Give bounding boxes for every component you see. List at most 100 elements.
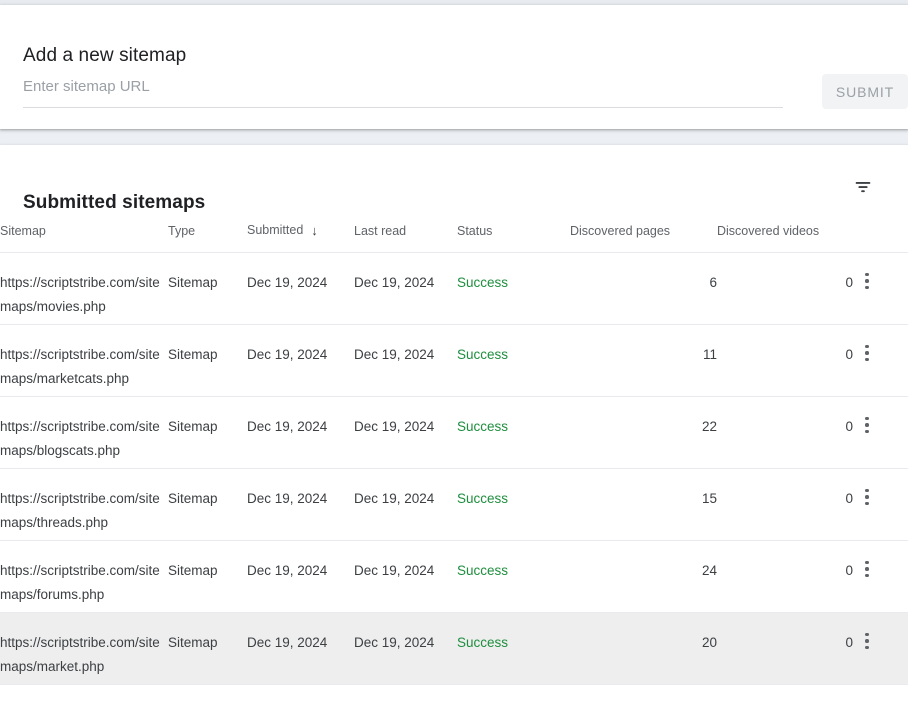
more-vert-icon (865, 488, 869, 506)
cell-type: Sitemap (168, 612, 247, 685)
column-header-submitted-label: Submitted (247, 223, 304, 237)
cell-type: Sitemap (168, 396, 247, 469)
card-gap (0, 129, 908, 145)
cell-type: Sitemap (168, 252, 247, 325)
sitemap-url-field (23, 71, 783, 113)
row-menu-button[interactable] (855, 341, 879, 365)
table-row[interactable]: https://scriptstribe.com/sitemaps/movies… (0, 252, 908, 325)
cell-row-actions (853, 540, 908, 613)
column-header-submitted[interactable]: Submitted ↓ (247, 223, 354, 253)
cell-status: Success (457, 396, 570, 469)
more-vert-icon (865, 560, 869, 578)
submitted-sitemaps-title: Submitted sitemaps (23, 191, 206, 213)
input-underline (23, 107, 783, 108)
cell-last-read-date: Dec 19, 2024 (354, 324, 457, 397)
filter-button[interactable] (850, 175, 876, 201)
cell-last-read-date: Dec 19, 2024 (354, 612, 457, 685)
cell-discovered-videos: 0 (717, 324, 853, 397)
cell-row-actions (853, 324, 908, 397)
column-header-discovered-videos[interactable]: Discovered videos (717, 223, 853, 253)
more-vert-icon (865, 344, 869, 362)
cell-discovered-pages: 15 (570, 468, 717, 541)
filter-icon (852, 176, 874, 201)
cell-type: Sitemap (168, 540, 247, 613)
cell-discovered-videos: 0 (717, 468, 853, 541)
sitemaps-table-body: https://scriptstribe.com/sitemaps/movies… (0, 252, 908, 685)
cell-row-actions (853, 252, 908, 325)
sitemaps-table-head: Sitemap Type Submitted ↓ Last read Status… (0, 223, 908, 253)
cell-status: Success (457, 540, 570, 613)
status-badge: Success (457, 347, 509, 362)
cell-discovered-videos: 0 (717, 252, 853, 325)
column-header-status[interactable]: Status (457, 223, 570, 253)
status-badge: Success (457, 563, 509, 578)
cell-submitted-date: Dec 19, 2024 (247, 540, 354, 613)
status-badge: Success (457, 419, 509, 434)
submitted-sitemaps-card: Submitted sitemaps Sitemap Type Submitte… (0, 145, 908, 723)
cell-discovered-videos: 0 (717, 396, 853, 469)
table-row[interactable]: https://scriptstribe.com/sitemaps/thread… (0, 468, 908, 541)
cell-last-read-date: Dec 19, 2024 (354, 468, 457, 541)
cell-row-actions (853, 612, 908, 685)
sitemaps-table: Sitemap Type Submitted ↓ Last read Status… (0, 223, 908, 685)
cell-sitemap-url[interactable]: https://scriptstribe.com/sitemaps/movies… (0, 252, 168, 325)
more-vert-icon (865, 416, 869, 434)
add-sitemap-form: SUBMIT (23, 71, 908, 113)
column-header-discovered-pages[interactable]: Discovered pages (570, 223, 717, 253)
column-header-type[interactable]: Type (168, 223, 247, 253)
row-menu-button[interactable] (855, 413, 879, 437)
cell-submitted-date: Dec 19, 2024 (247, 612, 354, 685)
sort-descending-arrow-icon: ↓ (311, 223, 318, 238)
status-badge: Success (457, 491, 509, 506)
cell-status: Success (457, 612, 570, 685)
table-row[interactable]: https://scriptstribe.com/sitemaps/forums… (0, 540, 908, 613)
table-row[interactable]: https://scriptstribe.com/sitemaps/market… (0, 612, 908, 685)
column-header-sitemap[interactable]: Sitemap (0, 223, 168, 253)
cell-status: Success (457, 252, 570, 325)
cell-type: Sitemap (168, 324, 247, 397)
table-row[interactable]: https://scriptstribe.com/sitemaps/market… (0, 324, 908, 397)
cell-sitemap-url[interactable]: https://scriptstribe.com/sitemaps/market… (0, 612, 168, 685)
cell-sitemap-url[interactable]: https://scriptstribe.com/sitemaps/thread… (0, 468, 168, 541)
add-sitemap-title: Add a new sitemap (23, 44, 187, 66)
cell-row-actions (853, 396, 908, 469)
cell-last-read-date: Dec 19, 2024 (354, 252, 457, 325)
cell-last-read-date: Dec 19, 2024 (354, 540, 457, 613)
cell-status: Success (457, 324, 570, 397)
row-menu-button[interactable] (855, 485, 879, 509)
cell-discovered-pages: 6 (570, 252, 717, 325)
cell-discovered-pages: 24 (570, 540, 717, 613)
table-header-row: Sitemap Type Submitted ↓ Last read Status… (0, 223, 908, 253)
status-badge: Success (457, 635, 509, 650)
status-badge: Success (457, 275, 509, 290)
cell-row-actions (853, 468, 908, 541)
cell-submitted-date: Dec 19, 2024 (247, 324, 354, 397)
sitemaps-page: Add a new sitemap SUBMIT Submitted sitem… (0, 0, 908, 723)
column-header-last-read[interactable]: Last read (354, 223, 457, 253)
cell-sitemap-url[interactable]: https://scriptstribe.com/sitemaps/blogsc… (0, 396, 168, 469)
row-menu-button[interactable] (855, 269, 879, 293)
cell-submitted-date: Dec 19, 2024 (247, 396, 354, 469)
cell-discovered-pages: 20 (570, 612, 717, 685)
sitemap-url-input[interactable] (23, 71, 783, 107)
cell-last-read-date: Dec 19, 2024 (354, 396, 457, 469)
more-vert-icon (865, 272, 869, 290)
row-menu-button[interactable] (855, 557, 879, 581)
cell-submitted-date: Dec 19, 2024 (247, 468, 354, 541)
column-header-actions (853, 223, 908, 253)
cell-sitemap-url[interactable]: https://scriptstribe.com/sitemaps/market… (0, 324, 168, 397)
submitted-sitemaps-header: Submitted sitemaps (0, 145, 908, 223)
cell-discovered-videos: 0 (717, 540, 853, 613)
table-row[interactable]: https://scriptstribe.com/sitemaps/blogsc… (0, 396, 908, 469)
submit-button[interactable]: SUBMIT (822, 74, 908, 109)
cell-discovered-pages: 22 (570, 396, 717, 469)
cell-type: Sitemap (168, 468, 247, 541)
cell-discovered-videos: 0 (717, 612, 853, 685)
more-vert-icon (865, 632, 869, 650)
cell-sitemap-url[interactable]: https://scriptstribe.com/sitemaps/forums… (0, 540, 168, 613)
cell-submitted-date: Dec 19, 2024 (247, 252, 354, 325)
cell-discovered-pages: 11 (570, 324, 717, 397)
cell-status: Success (457, 468, 570, 541)
row-menu-button[interactable] (855, 629, 879, 653)
add-sitemap-card: Add a new sitemap SUBMIT (0, 5, 908, 129)
